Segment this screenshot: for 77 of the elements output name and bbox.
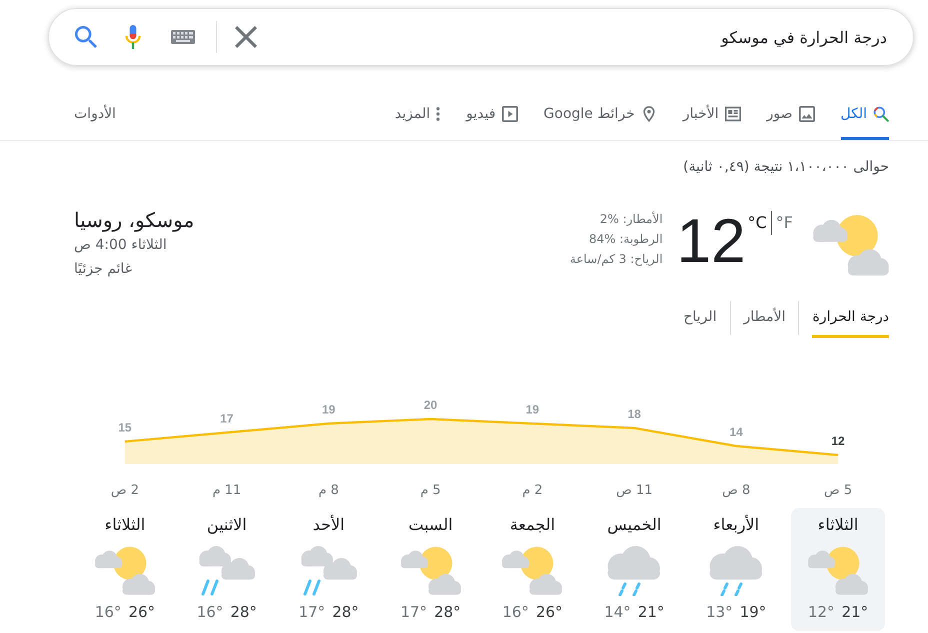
hour-label: 5 م [420,483,441,498]
hour-label: 2 م [522,483,543,498]
chart-tab[interactable]: الرياح [684,298,717,338]
data-label: 19 [322,402,336,416]
day-name: الثلاثاء [104,514,146,536]
high-temperature: 26° [128,602,156,622]
search-tab[interactable]: صور [766,88,814,140]
result-stats: حوالى ١،١٠٠،٠٠٠ نتيجة (٠,٤٩ ثانية) [682,158,889,177]
hour-label: 11 م [212,483,242,498]
high-temperature: 21° [638,602,664,622]
day-name: السبت [408,514,453,536]
day-name: الجمعة [510,514,556,536]
high-temperature: 21° [842,602,868,622]
location-title: موسكو، روسيا [74,207,194,233]
high-temperature: 26° [536,602,563,622]
hour-label: 8 م [318,483,339,498]
low-temperature: 17° [298,602,326,622]
rain-clouds-icon [298,546,359,596]
unit-toggle[interactable]: °C [748,212,767,234]
hour-label: 5 ص [824,483,852,498]
search-tab[interactable]: الأخبار [682,88,741,140]
low-temperature: 16° [502,602,529,622]
data-label: 17 [220,412,234,426]
hour-label: 11 ص [616,483,653,498]
rain-clouds-icon [196,546,257,596]
pin-icon [640,106,657,122]
data-label: 19 [526,402,540,416]
low-temperature: 13° [706,602,733,622]
image-icon [798,106,814,122]
day-name: الخميس [607,514,662,536]
close-icon [235,26,257,48]
hour-label: 8 ص [722,483,750,498]
newspaper-icon [724,106,741,122]
high-temperature: 28° [230,602,257,622]
sun-cloud-icon [813,215,889,276]
low-temperature: 17° [400,602,428,622]
hour-label: 2 ص [110,483,139,498]
day-name: الأحد [312,514,345,536]
high-temperature: 28° [332,602,359,622]
data-label: 20 [424,398,438,412]
chart-tab[interactable]: الأمطار [744,298,786,338]
day-name: الأربعاء [713,514,760,536]
keyboard-icon [171,30,195,44]
unit-toggle[interactable]: °F [776,212,793,234]
sun-cloud-icon [808,546,868,596]
sun-cloud-icon [502,546,562,596]
condition-text: غائم جزئيًا [74,260,132,279]
search-tab[interactable]: فيديو [466,88,518,140]
high-temperature: 19° [740,602,766,622]
low-temperature: 12° [808,602,835,622]
search-bar[interactable]: درجة الحرارة في موسكو [48,8,914,66]
day-name: الاثنين [206,514,247,536]
low-temperature: 16° [94,602,122,622]
search-tab[interactable]: الكل [840,88,889,140]
search-field[interactable]: درجة الحرارة في موسكو [268,21,887,53]
low-temperature: 14° [604,602,631,622]
more-icon [436,107,440,121]
data-label: 12 [831,434,845,448]
day-name: الثلاثاء [818,514,858,536]
play-icon [502,106,518,122]
data-label: 18 [628,407,641,421]
low-temperature: 16° [196,602,224,622]
high-temperature: 28° [434,602,461,622]
search-icon [873,106,889,122]
search-tab[interactable]: المزيد [394,88,440,140]
search-tab[interactable]: خرائط Google [544,88,657,140]
mic-icon [125,25,141,49]
sun-cloud-icon [400,546,461,596]
data-label: 15 [118,420,132,434]
chart-tab[interactable]: درجة الحرارة [812,298,889,338]
data-label: 14 [730,425,743,439]
weather-detail: الرياح: 3 كم/ساعة [570,251,663,268]
sun-cloud-icon [94,546,155,596]
date-time: الثلاثاء 4:00 ص [74,236,167,255]
tools-button[interactable]: الأدوات [74,88,116,140]
search-icon [75,26,97,48]
temperature-reading: 12 [676,207,746,277]
